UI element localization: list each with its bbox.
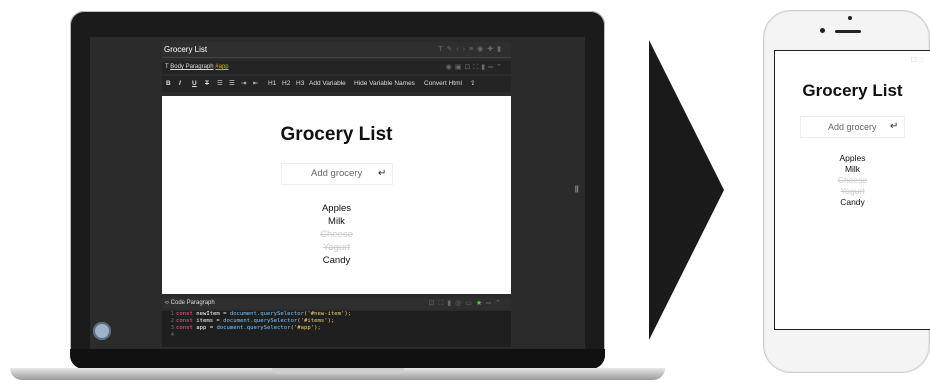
arrow-icon bbox=[649, 40, 724, 340]
drag-handle-icon[interactable]: ═ bbox=[488, 64, 496, 71]
return-icon[interactable]: ↵ bbox=[378, 164, 386, 184]
convert-html-button[interactable]: Convert Html bbox=[424, 76, 462, 92]
lock-icon[interactable]: ⊡ bbox=[429, 300, 439, 307]
visibility-icon[interactable]: ◉ bbox=[446, 64, 455, 71]
pen-icon[interactable]: ✎ bbox=[447, 46, 457, 53]
code-line: 1 const newItem = document.querySelector(… bbox=[170, 311, 352, 317]
phone-speaker-icon bbox=[835, 30, 861, 33]
app-heading: Grocery List bbox=[802, 81, 903, 100]
phone-screen: ⊡ ⌂ Grocery List Add grocery ↵ Apples Mi… bbox=[774, 50, 930, 330]
laptop-notch bbox=[272, 368, 404, 374]
code-line: 2 const items = document.querySelector('#… bbox=[170, 318, 335, 324]
puzzle-icon[interactable]: ✚ bbox=[487, 46, 497, 53]
text-size-icon[interactable]: T bbox=[438, 46, 446, 53]
code-paragraph-bar: ‹› Code Paragraph ⊡⛶▮◎▭★═⌃ bbox=[162, 298, 511, 309]
lock-icon: ⊡ ⌂ bbox=[910, 55, 924, 64]
eye-icon[interactable]: ◉ bbox=[477, 46, 487, 53]
expand-icon[interactable]: ⛶ bbox=[438, 300, 447, 307]
list-item[interactable]: Candy bbox=[162, 254, 511, 267]
run-icon[interactable]: ★ bbox=[476, 300, 486, 307]
text-type-icon: T bbox=[165, 64, 169, 70]
comment-icon[interactable]: ▭ bbox=[465, 300, 476, 307]
collapse-icon[interactable]: ⌃ bbox=[495, 300, 505, 307]
editor-header: Grocery List T✎‹›≡◉✚▮ bbox=[162, 42, 511, 58]
phone-sensor-icon bbox=[820, 28, 825, 33]
drag-handle-icon[interactable]: ═ bbox=[486, 300, 495, 307]
app-heading: Grocery List bbox=[280, 124, 393, 145]
save-icon[interactable]: ▣ bbox=[455, 64, 465, 71]
return-icon[interactable]: ↵ bbox=[890, 117, 898, 137]
code-editor[interactable]: 1 const newItem = document.querySelector(… bbox=[162, 311, 511, 347]
trash-icon[interactable]: ▮ bbox=[497, 46, 505, 53]
code-line: 3 const app = document.querySelector('#ap… bbox=[170, 325, 321, 331]
italic-button[interactable]: I bbox=[179, 76, 181, 92]
input-placeholder: Add grocery bbox=[828, 122, 877, 132]
list-item-done[interactable]: Yogurt bbox=[162, 241, 511, 254]
add-grocery-input[interactable]: Add grocery ↵ bbox=[800, 116, 905, 138]
grocery-list: Apples Milk Cheese Yogurt Candy bbox=[162, 202, 511, 267]
code-actions: ⊡⛶▮◎▭★═⌃ bbox=[429, 298, 506, 309]
preview-canvas: Grocery List Add grocery ↵ Apples Milk C… bbox=[162, 96, 511, 294]
phone-camera-icon bbox=[848, 16, 852, 20]
paragraph-type-label[interactable]: Body Paragraph bbox=[170, 64, 213, 70]
laptop-chin bbox=[70, 349, 605, 369]
document-title[interactable]: Grocery List bbox=[164, 42, 207, 57]
list-item-done[interactable]: Yogurt bbox=[775, 186, 930, 197]
delete-icon[interactable]: ▮ bbox=[447, 300, 455, 307]
h2-button[interactable]: H2 bbox=[282, 76, 290, 92]
play-icon[interactable]: ◎ bbox=[455, 300, 465, 307]
outdent-icon[interactable]: ⇤ bbox=[253, 76, 258, 92]
bold-button[interactable]: B bbox=[166, 76, 171, 92]
resize-handle-icon[interactable]: || bbox=[575, 186, 579, 194]
collapse-icon[interactable]: ⌃ bbox=[496, 64, 505, 71]
list-item[interactable]: Milk bbox=[775, 164, 930, 175]
h1-button[interactable]: H1 bbox=[268, 76, 276, 92]
formatting-toolbar: B I U T ☰ ☰ ⇥ ⇤ H1 H2 H3 Add Variable Hi… bbox=[162, 76, 511, 92]
app-selector-tag[interactable]: #app bbox=[215, 64, 228, 70]
add-grocery-input[interactable]: Add grocery ↵ bbox=[281, 163, 393, 185]
list-item[interactable]: Candy bbox=[775, 197, 930, 208]
hide-variable-names-button[interactable]: Hide Variable Names bbox=[354, 76, 415, 92]
code-icon: ‹› bbox=[165, 300, 169, 306]
code-line: 4 bbox=[170, 332, 174, 338]
list-item[interactable]: Milk bbox=[162, 215, 511, 228]
upload-icon[interactable]: ⇪ bbox=[470, 76, 475, 92]
indent-icon[interactable]: ⇥ bbox=[241, 76, 246, 92]
code-paragraph-label[interactable]: Code Paragraph bbox=[171, 300, 215, 306]
list-icon[interactable]: ≡ bbox=[469, 46, 477, 53]
code-icon[interactable]: ‹› bbox=[456, 46, 469, 53]
paragraph-bar: T Body Paragraph #app ◉▣⊡⛶▮═⌃ bbox=[162, 61, 511, 74]
list-item-done[interactable]: Cheese bbox=[162, 228, 511, 241]
bullet-list-icon[interactable]: ☰ bbox=[217, 76, 223, 92]
list-item[interactable]: Apples bbox=[775, 153, 930, 164]
paragraph-actions: ◉▣⊡⛶▮═⌃ bbox=[446, 61, 505, 74]
grocery-list: Apples Milk Cheese Yogurt Candy bbox=[775, 153, 930, 208]
h3-button[interactable]: H3 bbox=[296, 76, 304, 92]
strikethrough-button[interactable]: T bbox=[205, 76, 209, 92]
add-variable-button[interactable]: Add Variable bbox=[309, 76, 346, 92]
header-toolbar: T✎‹›≡◉✚▮ bbox=[438, 42, 505, 57]
list-item[interactable]: Apples bbox=[162, 202, 511, 215]
underline-button[interactable]: U bbox=[192, 76, 197, 92]
avatar[interactable] bbox=[93, 322, 111, 340]
input-placeholder: Add grocery bbox=[311, 168, 363, 179]
numbered-list-icon[interactable]: ☰ bbox=[229, 76, 235, 92]
list-item-done[interactable]: Cheese bbox=[775, 175, 930, 186]
